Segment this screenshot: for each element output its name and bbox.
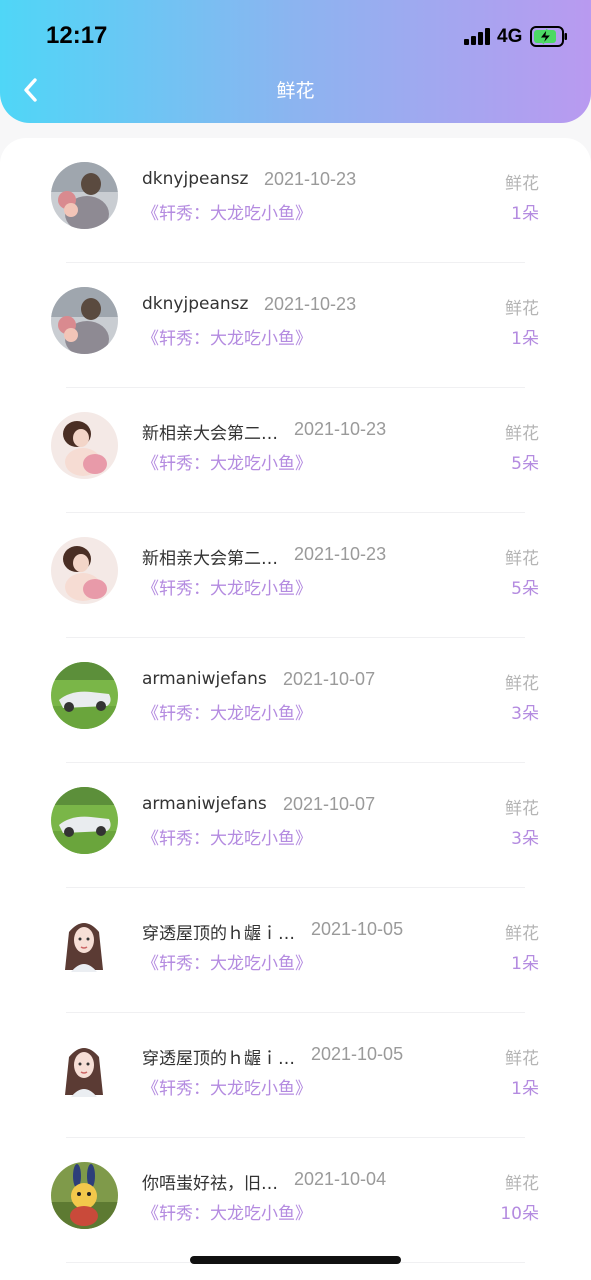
gift-count: 10朵 [500, 1204, 539, 1224]
gift-count: 5朵 [511, 579, 539, 599]
header: 12:17 4G 鲜花 [0, 0, 591, 123]
gift-count: 5朵 [511, 454, 539, 474]
record-date: 2021-10-23 [264, 169, 357, 189]
gift-count: 3朵 [511, 829, 539, 849]
avatar[interactable] [51, 162, 118, 229]
show-title: 《轩秀：大龙吃小鱼》 [142, 579, 312, 599]
battery-icon [530, 26, 567, 47]
avatar[interactable] [51, 412, 118, 479]
sender-name: dknyjpeansz [142, 294, 249, 314]
gift-record-row[interactable]: armaniwjefans 2021-10-07 《轩秀：大龙吃小鱼》 鲜花 3… [0, 763, 591, 888]
gift-count: 1朵 [511, 329, 539, 349]
record-date: 2021-10-05 [311, 1044, 404, 1064]
gift-record-row[interactable]: 穿透屋顶的ｈ龌ｉ… 2021-10-05 《轩秀：大龙吃小鱼》 鲜花 1朵 [0, 1013, 591, 1138]
show-title: 《轩秀：大龙吃小鱼》 [142, 704, 312, 724]
gift-type-label: 鲜花 [505, 1049, 539, 1069]
sender-name: armaniwjefans [142, 669, 267, 689]
record-date: 2021-10-07 [283, 794, 376, 814]
gift-count: 1朵 [511, 1079, 539, 1099]
record-date: 2021-10-04 [294, 1169, 387, 1189]
gift-record-card: dknyjpeansz 2021-10-23 《轩秀：大龙吃小鱼》 鲜花 1朵 … [0, 138, 591, 1280]
gift-record-row[interactable]: dknyjpeansz 2021-10-23 《轩秀：大龙吃小鱼》 鲜花 1朵 [0, 138, 591, 263]
avatar[interactable] [51, 662, 118, 729]
show-title: 《轩秀：大龙吃小鱼》 [142, 1204, 312, 1224]
avatar[interactable] [51, 1037, 118, 1104]
sender-name: 新相亲大会第二… [142, 549, 278, 569]
record-date: 2021-10-23 [264, 294, 357, 314]
show-title: 《轩秀：大龙吃小鱼》 [142, 1079, 312, 1099]
gift-count: 1朵 [511, 954, 539, 974]
avatar[interactable] [51, 912, 118, 979]
status-bar: 12:17 4G [0, 0, 591, 70]
record-date: 2021-10-05 [311, 919, 404, 939]
avatar[interactable] [51, 537, 118, 604]
gift-type-label: 鲜花 [505, 799, 539, 819]
sender-name: armaniwjefans [142, 794, 267, 814]
sender-name: 新相亲大会第二… [142, 424, 278, 444]
nav-bar: 鲜花 [0, 70, 591, 110]
signal-icon [464, 28, 490, 45]
home-indicator [190, 1256, 401, 1264]
page-title: 鲜花 [276, 80, 315, 102]
gift-record-row[interactable]: dknyjpeansz 2021-10-23 《轩秀：大龙吃小鱼》 鲜花 1朵 [0, 263, 591, 388]
gift-record-list: dknyjpeansz 2021-10-23 《轩秀：大龙吃小鱼》 鲜花 1朵 … [0, 138, 591, 1263]
gift-type-label: 鲜花 [505, 924, 539, 944]
gift-record-row[interactable]: 穿透屋顶的ｈ龌ｉ… 2021-10-05 《轩秀：大龙吃小鱼》 鲜花 1朵 [0, 888, 591, 1013]
gift-type-label: 鲜花 [505, 1174, 539, 1194]
gift-count: 1朵 [511, 204, 539, 224]
show-title: 《轩秀：大龙吃小鱼》 [142, 204, 312, 224]
gift-record-row[interactable]: 新相亲大会第二… 2021-10-23 《轩秀：大龙吃小鱼》 鲜花 5朵 [0, 388, 591, 513]
gift-type-label: 鲜花 [505, 299, 539, 319]
gift-record-row[interactable]: 你唔蚩好祛，旧… 2021-10-04 《轩秀：大龙吃小鱼》 鲜花 10朵 [0, 1138, 591, 1263]
avatar[interactable] [51, 787, 118, 854]
gift-type-label: 鲜花 [505, 549, 539, 569]
network-type: 4G [497, 26, 523, 47]
show-title: 《轩秀：大龙吃小鱼》 [142, 329, 312, 349]
record-date: 2021-10-23 [294, 419, 387, 439]
sender-name: 穿透屋顶的ｈ龌ｉ… [142, 1049, 295, 1069]
gift-type-label: 鲜花 [505, 424, 539, 444]
gift-record-row[interactable]: 新相亲大会第二… 2021-10-23 《轩秀：大龙吃小鱼》 鲜花 5朵 [0, 513, 591, 638]
show-title: 《轩秀：大龙吃小鱼》 [142, 954, 312, 974]
sender-name: dknyjpeansz [142, 169, 249, 189]
avatar[interactable] [51, 1162, 118, 1229]
gift-type-label: 鲜花 [505, 674, 539, 694]
gift-count: 3朵 [511, 704, 539, 724]
sender-name: 你唔蚩好祛，旧… [142, 1174, 278, 1194]
gift-type-label: 鲜花 [505, 174, 539, 194]
sender-name: 穿透屋顶的ｈ龌ｉ… [142, 924, 295, 944]
avatar[interactable] [51, 287, 118, 354]
record-date: 2021-10-07 [283, 669, 376, 689]
show-title: 《轩秀：大龙吃小鱼》 [142, 829, 312, 849]
show-title: 《轩秀：大龙吃小鱼》 [142, 454, 312, 474]
status-time: 12:17 [46, 22, 108, 49]
gift-record-row[interactable]: armaniwjefans 2021-10-07 《轩秀：大龙吃小鱼》 鲜花 3… [0, 638, 591, 763]
record-date: 2021-10-23 [294, 544, 387, 564]
